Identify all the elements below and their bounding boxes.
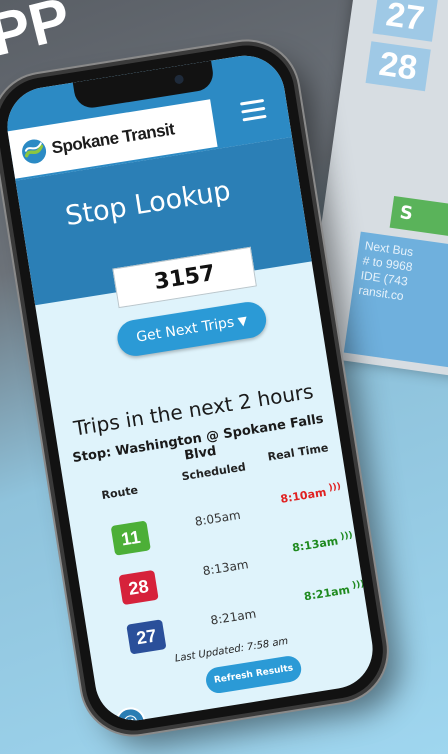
- hamburger-menu-icon[interactable]: [239, 98, 267, 123]
- accessibility-icon[interactable]: ☺: [113, 705, 148, 726]
- realtime-value: 8:10am))): [279, 481, 342, 506]
- column-header-route: Route: [100, 483, 139, 503]
- route-badge[interactable]: 28: [118, 569, 159, 606]
- phone-frame: Spokane Transit Stop Lookup 3157 Get Nex…: [0, 38, 390, 738]
- get-next-trips-label: Get Next Trips: [135, 314, 236, 346]
- bg-note: Next Bus # to 9968 IDE (743 ransit.co: [343, 231, 448, 376]
- realtime-value: 8:13am))): [291, 530, 354, 555]
- column-header-scheduled: Scheduled: [180, 460, 247, 484]
- map-pin-icon: ▼: [236, 313, 249, 329]
- bg-heading: PP: [0, 0, 77, 69]
- camera-icon: [173, 74, 185, 85]
- route-badge[interactable]: 11: [110, 520, 151, 556]
- phone-screen: Spokane Transit Stop Lookup 3157 Get Nex…: [1, 50, 379, 726]
- bg-route-number: 27: [372, 0, 438, 42]
- get-next-trips-button[interactable]: Get Next Trips ▼: [114, 299, 269, 359]
- bg-route-number: 28: [365, 41, 431, 92]
- live-signal-icon: ))): [351, 579, 366, 591]
- refresh-results-button[interactable]: Refresh Results: [204, 654, 304, 695]
- scheduled-time: 8:21am: [209, 606, 258, 628]
- scheduled-time: 8:13am: [201, 557, 250, 579]
- route-badge[interactable]: 27: [126, 619, 167, 655]
- page-title: Stop Lookup: [63, 175, 233, 233]
- bg-green-label: S: [389, 195, 448, 238]
- scheduled-time: 8:05am: [193, 507, 242, 529]
- logo-text: Spokane Transit: [50, 119, 176, 158]
- live-signal-icon: ))): [327, 481, 342, 494]
- realtime-value: 8:21am))): [303, 579, 366, 604]
- spokane-transit-logo-icon: [22, 139, 47, 164]
- live-signal-icon: ))): [339, 530, 354, 543]
